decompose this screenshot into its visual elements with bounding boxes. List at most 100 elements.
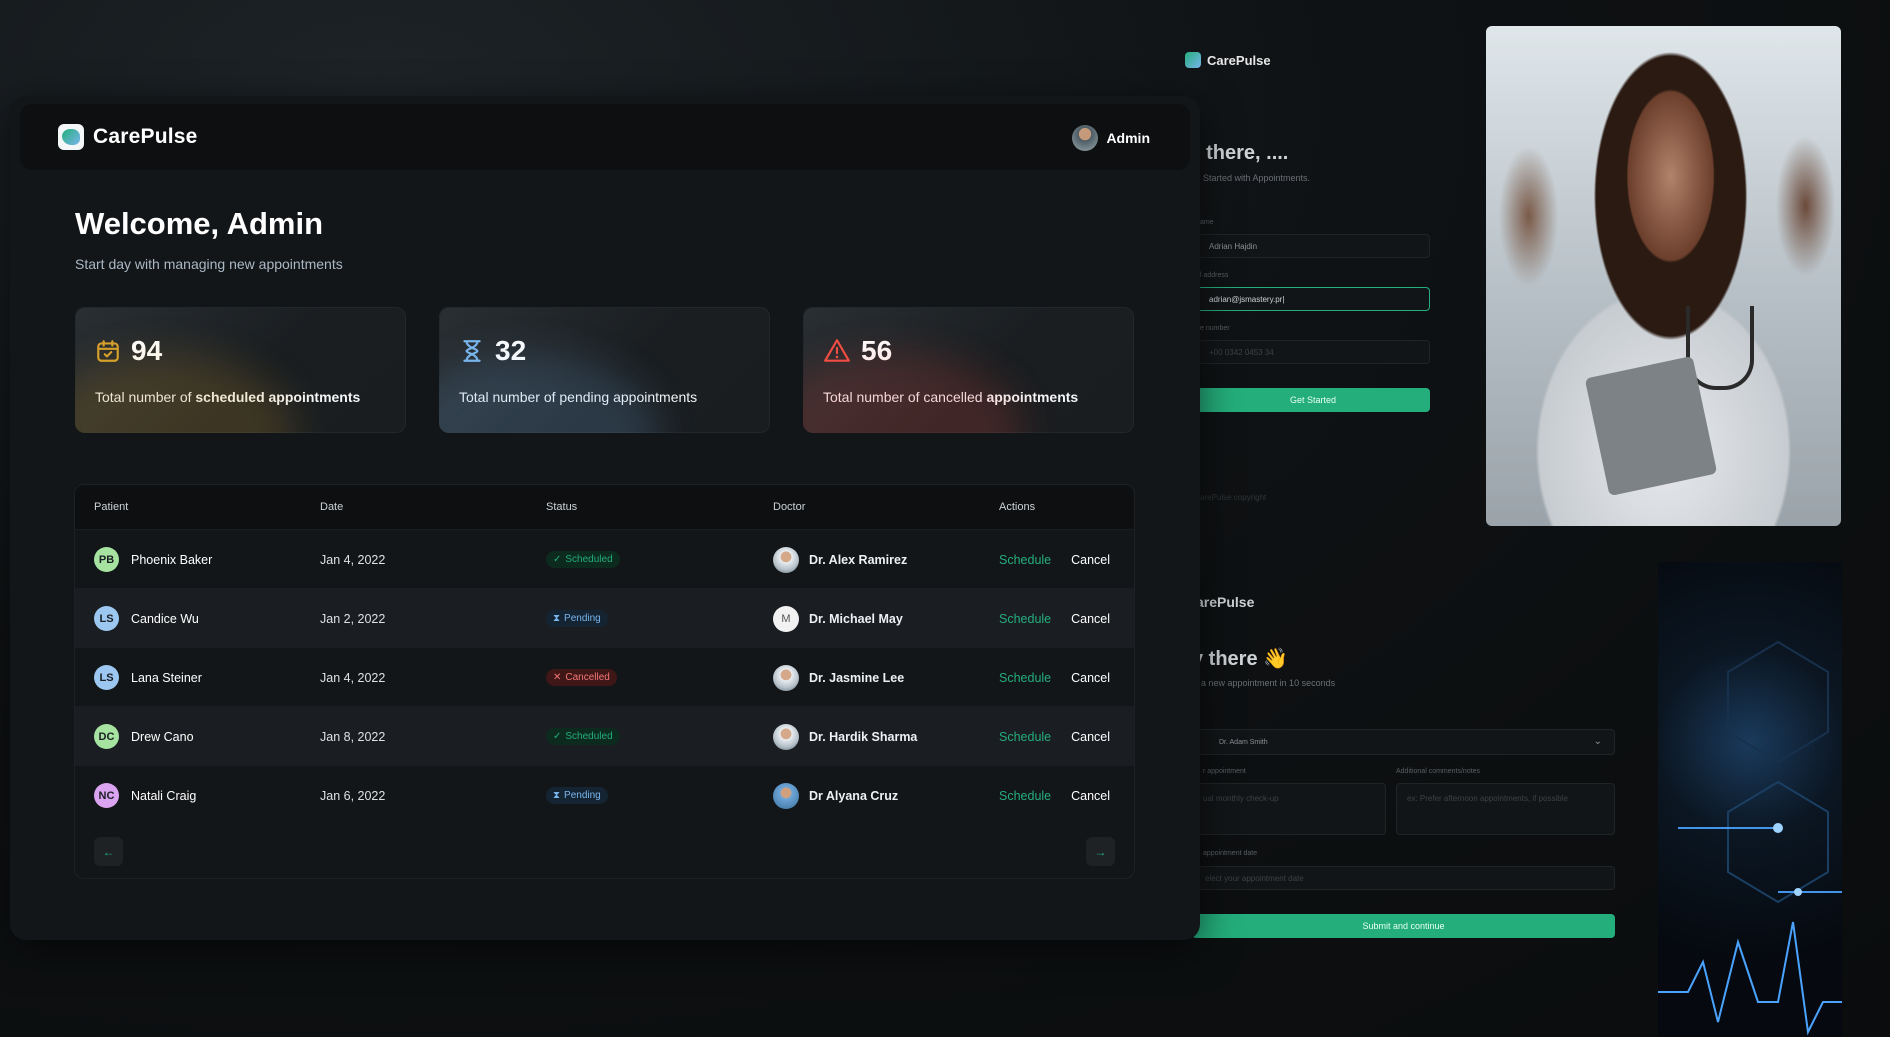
stat-desc-prefix: Total number of cancelled	[823, 389, 987, 405]
column-header-patient: Patient	[94, 501, 129, 513]
doctor-cell: Dr. Alex Ramirez	[773, 530, 907, 589]
hourglass-icon	[463, 340, 481, 362]
patient-name: Phoenix Baker	[131, 552, 213, 567]
calendar-check-icon	[97, 340, 119, 362]
bg-comments-textarea[interactable]: ex: Prefer afternoon appointments, if po…	[1396, 783, 1615, 835]
table-header: Patient Date Status Doctor Actions	[75, 485, 1134, 529]
schedule-button[interactable]: Schedule	[999, 789, 1051, 803]
table-row: DC Drew Cano Jan 8, 2022 ✓ Scheduled Dr.…	[75, 706, 1134, 766]
stat-count: 56	[861, 335, 893, 366]
bg-label-comments: Additional comments/notes	[1396, 768, 1481, 775]
status-icon: ✓	[553, 554, 562, 565]
stat-description: Total number of pending appointments	[459, 389, 697, 405]
actions-cell: Schedule Cancel	[999, 530, 1110, 589]
stat-desc-bold: scheduled appointments	[195, 389, 361, 405]
status-badge: ✕ Cancelled	[546, 669, 617, 686]
schedule-button[interactable]: Schedule	[999, 671, 1051, 685]
doctor-name: Dr. Jasmine Lee	[809, 670, 905, 685]
bg-signup-sub: Started with Appointments.	[1203, 173, 1311, 183]
bg-brand: CarePulse	[1185, 52, 1271, 68]
patient-avatar: LS	[94, 665, 119, 690]
cancel-button[interactable]: Cancel	[1071, 553, 1110, 567]
bg-submit-button[interactable]: Submit and continue	[1192, 914, 1615, 938]
bg-logo-icon	[1185, 52, 1201, 68]
date-cell: Jan 8, 2022	[320, 729, 386, 744]
bg-date-input[interactable]: elect your appointment date	[1192, 866, 1615, 890]
stat-desc-prefix: Total number of pending appointments	[459, 389, 698, 405]
doctor-avatar	[773, 664, 799, 691]
column-header-doctor: Doctor	[773, 501, 806, 513]
page-subtitle: Start day with managing new appointments	[75, 256, 343, 272]
column-header-date: Date	[320, 501, 344, 513]
status-label: Pending	[564, 790, 601, 801]
cancel-button[interactable]: Cancel	[1071, 671, 1110, 685]
chevron-down-icon: ⌄	[1593, 736, 1602, 747]
date-cell: Jan 6, 2022	[320, 788, 386, 803]
doctor-cell: Dr. Hardik Sharma	[773, 707, 917, 766]
bg-reason-textarea[interactable]: ual monthly check-up	[1192, 783, 1386, 835]
top-header: CarePulse Admin	[20, 104, 1190, 170]
status-badge: ✓ Scheduled	[546, 551, 620, 568]
column-header-actions: Actions	[999, 501, 1036, 513]
date-cell: Jan 4, 2022	[320, 552, 386, 567]
admin-dashboard-window: CarePulse Admin Welcome, Admin Start day…	[10, 96, 1200, 940]
avatar	[1072, 125, 1099, 151]
admin-profile[interactable]: Admin	[1072, 125, 1150, 151]
stat-description: Total number of scheduled appointments	[95, 389, 360, 405]
stat-card-scheduled: 94 Total number of scheduled appointment…	[75, 307, 406, 433]
bg-copyright: arePulse copyright	[1200, 493, 1267, 502]
schedule-button[interactable]: Schedule	[999, 612, 1051, 626]
prev-page-button[interactable]: ←	[94, 837, 123, 866]
doctor-avatar	[773, 723, 799, 750]
cancel-button[interactable]: Cancel	[1071, 612, 1110, 626]
carepulse-logo-icon	[58, 124, 84, 150]
bg-name-input[interactable]: Adrian Hajdin	[1196, 234, 1430, 258]
status-badge: ⧗ Pending	[546, 787, 608, 804]
bg-doctor-select[interactable]: Dr. Adam Smith ⌄	[1192, 729, 1615, 755]
column-header-status: Status	[546, 501, 578, 513]
bg-appt-brand: arePulse	[1196, 594, 1255, 610]
actions-cell: Schedule Cancel	[999, 589, 1110, 648]
stat-card-pending: 32 Total number of pending appointments	[439, 307, 770, 433]
bg-email-input[interactable]: adrian@jsmastery.pr|	[1196, 287, 1430, 311]
table-row: LS Lana Steiner Jan 4, 2022 ✕ Cancelled …	[75, 647, 1134, 707]
bg-phone-input[interactable]: +00 0342 0453 34	[1196, 340, 1430, 364]
doctor-cell: Dr. Jasmine Lee	[773, 648, 904, 707]
patient-cell: DC Drew Cano	[94, 707, 194, 766]
cancel-button[interactable]: Cancel	[1071, 730, 1110, 744]
admin-label: Admin	[1106, 130, 1150, 146]
schedule-button[interactable]: Schedule	[999, 730, 1051, 744]
bg-label-phone: e number	[1200, 325, 1230, 332]
status-badge: ⧗ Pending	[546, 610, 608, 627]
patient-avatar: NC	[94, 783, 119, 808]
stat-desc-prefix: Total number of	[95, 389, 196, 405]
doctor-name: Dr. Alex Ramirez	[809, 552, 908, 567]
patient-avatar: PB	[94, 547, 119, 572]
bg-appt-heading: y there 👋	[1192, 648, 1289, 670]
doctor-avatar: M	[773, 605, 799, 632]
date-cell: Jan 2, 2022	[320, 611, 386, 626]
heartbeat-line-graphic	[1658, 640, 1842, 1036]
status-cell: ✓ Scheduled	[546, 530, 620, 589]
patient-cell: LS Candice Wu	[94, 589, 199, 648]
status-icon: ✓	[553, 731, 562, 742]
status-label: Pending	[564, 613, 601, 624]
doctor-cell: Dr Alyana Cruz	[773, 766, 898, 825]
bg-get-started-button[interactable]: Get Started	[1196, 388, 1430, 412]
stat-card-cancelled: 56 Total number of cancelled appointment…	[803, 307, 1134, 433]
actions-cell: Schedule Cancel	[999, 648, 1110, 707]
status-badge: ✓ Scheduled	[546, 728, 620, 745]
next-page-button[interactable]: →	[1086, 837, 1115, 866]
table-row: LS Candice Wu Jan 2, 2022 ⧗ Pending M Dr…	[75, 588, 1134, 648]
cancel-button[interactable]: Cancel	[1071, 789, 1110, 803]
schedule-button[interactable]: Schedule	[999, 553, 1051, 567]
patient-cell: LS Lana Steiner	[94, 648, 202, 707]
brand[interactable]: CarePulse	[58, 124, 198, 150]
stat-count: 32	[495, 335, 527, 366]
table-row: PB Phoenix Baker Jan 4, 2022 ✓ Scheduled…	[75, 529, 1134, 589]
bg-doctor-select-value: Dr. Adam Smith	[1219, 738, 1268, 746]
tech-hexagon-image	[1658, 562, 1842, 1037]
patient-name: Natali Craig	[131, 788, 197, 803]
status-icon: ✕	[553, 672, 562, 683]
bg-appt-sub: a new appointment in 10 seconds	[1201, 678, 1336, 688]
